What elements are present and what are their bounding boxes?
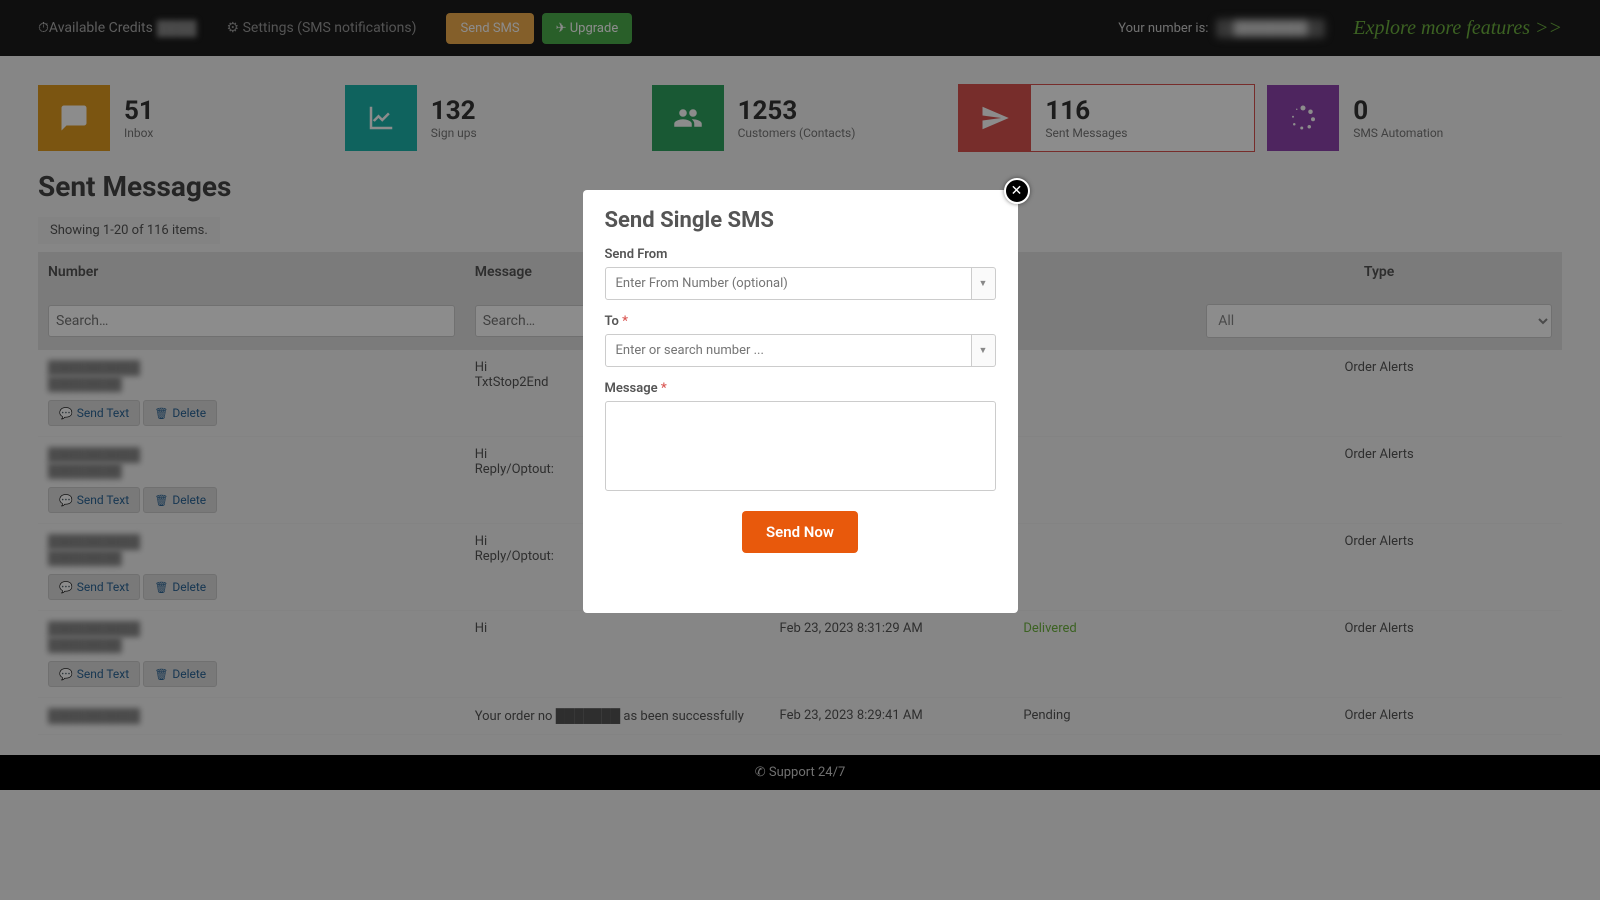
modal-title: Send Single SMS [605,208,996,233]
chevron-down-icon[interactable]: ▼ [972,267,996,300]
send-sms-modal: ✕ Send Single SMS Send From ▼ To * ▼ Mes… [583,190,1018,613]
message-label: Message * [605,381,996,396]
send-from-input[interactable] [605,267,972,300]
message-textarea[interactable] [605,401,996,491]
modal-overlay[interactable]: ✕ Send Single SMS Send From ▼ To * ▼ Mes… [0,0,1600,900]
send-now-button[interactable]: Send Now [742,511,858,553]
to-input[interactable] [605,334,972,367]
send-from-label: Send From [605,247,996,262]
close-icon[interactable]: ✕ [1004,178,1030,204]
chevron-down-icon[interactable]: ▼ [972,334,996,367]
to-label: To * [605,314,996,329]
